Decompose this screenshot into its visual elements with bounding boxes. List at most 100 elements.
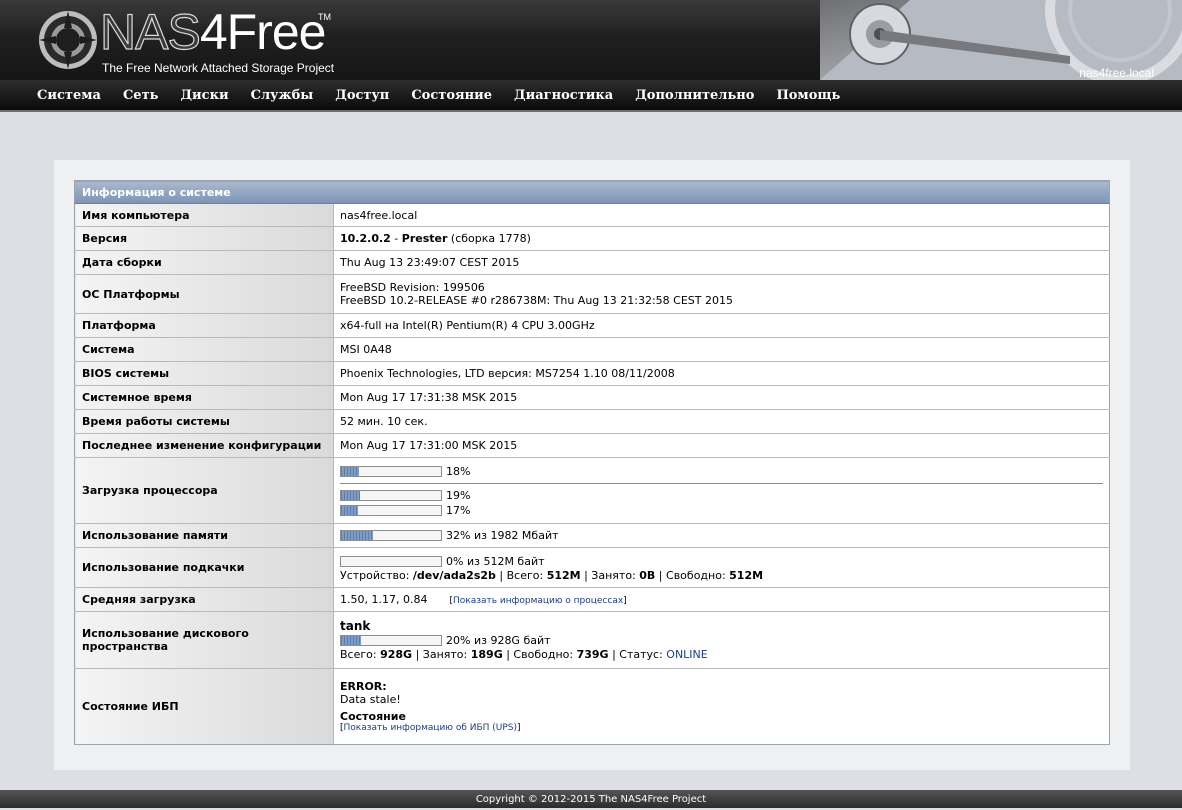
value-build-date: Thu Aug 13 23:49:07 CEST 2015	[333, 250, 1110, 275]
disk-text: 20% из 928G байт	[446, 634, 551, 647]
row-uptime: Время работы системы 52 мин. 10 сек.	[74, 409, 1110, 434]
memory-bar: 32% из 1982 Мбайт	[340, 528, 1103, 543]
value-load-average: 1.50, 1.17, 0.84 [Показать информацию о п…	[333, 587, 1110, 612]
row-cpu-load: Загрузка процессора 18% 19% 17%	[74, 457, 1110, 524]
disk-used: 189G	[470, 648, 503, 661]
nav-item-help[interactable]: Помощь	[765, 80, 851, 110]
label-build-date: Дата сборки	[74, 250, 334, 275]
load-average-values: 1.50, 1.17, 0.84	[340, 593, 428, 606]
ups-error-text: Data stale!	[340, 693, 401, 706]
nav-item-network[interactable]: Сеть	[112, 80, 170, 110]
value-uptime: 52 мин. 10 сек.	[333, 409, 1110, 434]
label-platform: Платформа	[74, 313, 334, 338]
disk-free-label: | Свободно:	[502, 648, 577, 661]
disk-status-label: | Статус:	[608, 648, 667, 661]
disk-pool-name: tank	[340, 619, 371, 633]
label-swap: Использование подкачки	[74, 547, 334, 588]
show-ups-info-link[interactable]: Показать информацию об ИБП (UPS)	[344, 723, 518, 733]
label-system: Система	[74, 337, 334, 362]
cpu-core1-bar: 17%	[340, 503, 1103, 518]
label-last-config: Последнее изменение конфигурации	[74, 433, 334, 458]
logo-tagline: The Free Network Attached Storage Projec…	[102, 61, 335, 75]
nav-item-diagnostics[interactable]: Диагностика	[503, 80, 624, 110]
ups-error-title: ERROR:	[340, 680, 387, 693]
label-uptime: Время работы системы	[74, 409, 334, 434]
cpu-core0-text: 19%	[446, 488, 471, 502]
row-load-average: Средняя загрузка 1.50, 1.17, 0.84 [Показа…	[74, 587, 1110, 612]
disk-free: 739G	[576, 648, 609, 661]
disk-used-label: | Занято:	[412, 648, 471, 661]
value-ups: ERROR: Data stale! Состояние [Показать и…	[333, 668, 1110, 745]
label-cpu-load: Загрузка процессора	[74, 457, 334, 524]
value-version: 10.2.0.2 - Prester (сборка 1778)	[333, 226, 1110, 251]
swap-bar: 0% из 512M байт	[340, 554, 1103, 569]
row-last-config: Последнее изменение конфигурации Mon Aug…	[74, 433, 1110, 458]
ups-state-title: Состояние	[340, 710, 406, 723]
label-load-average: Средняя загрузка	[74, 587, 334, 612]
nav-item-disks[interactable]: Диски	[169, 80, 239, 110]
disk-progress	[340, 635, 442, 646]
disk-bar: 20% из 928G байт	[340, 633, 1103, 648]
process-info-link-wrap: [Показать информацию о процессах]	[449, 596, 627, 606]
memory-progress	[340, 530, 442, 541]
cpu-core0-fill	[341, 490, 360, 500]
cpu-core1-progress	[340, 504, 442, 516]
swap-text: 0% из 512M байт	[446, 554, 545, 568]
cpu-total-fill	[341, 466, 359, 476]
logo-free: 4Free	[199, 4, 327, 60]
main-panel: Информация о системе Имя компьютера nas4…	[54, 160, 1130, 770]
label-memory: Использование памяти	[74, 523, 334, 548]
value-platform-os: FreeBSD Revision: 199506 FreeBSD 10.2-RE…	[333, 274, 1110, 314]
nav-item-system[interactable]: Система	[26, 80, 112, 110]
footer-copyright: Copyright © 2012-2015 The NAS4Free Proje…	[0, 790, 1182, 808]
version-number: 10.2.0.2	[340, 232, 391, 245]
swap-total: 512M	[546, 568, 581, 582]
version-build: (сборка 1778)	[447, 232, 531, 245]
header: NAS4Free TM The Free Network Attached St…	[0, 0, 1182, 80]
nav-item-advanced[interactable]: Дополнительно	[624, 80, 765, 110]
disk-details: Всего: 928G | Занято: 189G | Свободно: 7…	[340, 648, 1103, 661]
disk-total-label: Всего:	[340, 648, 381, 661]
row-hostname: Имя компьютера nas4free.local	[74, 203, 1110, 227]
row-platform: Платформа x64-full на Intel(R) Pentium(R…	[74, 313, 1110, 338]
logo-nas: NAS	[99, 3, 201, 60]
value-disk-usage: tank 20% из 928G байт Всего: 928G | Заня…	[333, 611, 1110, 669]
value-hostname: nas4free.local	[333, 203, 1110, 227]
platform-os-line1: FreeBSD Revision: 199506	[340, 281, 485, 294]
label-disk-usage: Использование дискового пространства	[74, 611, 334, 669]
row-swap: Использование подкачки 0% из 512M байт У…	[74, 547, 1110, 588]
nas4free-logo-icon	[39, 11, 97, 69]
show-processes-link[interactable]: Показать информацию о процессах	[453, 596, 623, 606]
swap-total-label: | Всего:	[495, 568, 547, 582]
value-platform: x64-full на Intel(R) Pentium(R) 4 CPU 3.…	[333, 313, 1110, 338]
main-navigation: Система Сеть Диски Службы Доступ Состоян…	[0, 80, 1182, 112]
swap-free: 512M	[729, 568, 764, 582]
cpu-core0-bar: 19%	[340, 488, 1103, 503]
cpu-separator	[340, 482, 1103, 484]
swap-device: /dev/ada2s2b	[412, 568, 496, 582]
header-hostname: nas4free.local	[1079, 66, 1154, 80]
value-bios: Phoenix Technologies, LTD версия: MS7254…	[333, 361, 1110, 386]
row-system-time: Системное время Mon Aug 17 17:31:38 MSK …	[74, 385, 1110, 410]
label-version: Версия	[74, 226, 334, 251]
logo-trademark: TM	[318, 12, 331, 22]
disk-total: 928G	[380, 648, 413, 661]
memory-text: 32% из 1982 Мбайт	[446, 529, 559, 542]
swap-progress	[340, 555, 442, 567]
platform-os-line2: FreeBSD 10.2-RELEASE #0 r286738M: Thu Au…	[340, 294, 734, 307]
memory-fill	[341, 531, 373, 540]
cpu-core1-fill	[341, 505, 358, 515]
label-hostname: Имя компьютера	[74, 203, 334, 227]
cpu-total-text: 18%	[446, 464, 471, 478]
nav-item-services[interactable]: Службы	[240, 80, 325, 110]
disk-fill	[341, 636, 361, 645]
value-last-config: Mon Aug 17 17:31:00 MSK 2015	[333, 433, 1110, 458]
nav-item-access[interactable]: Доступ	[324, 80, 400, 110]
nav-item-status[interactable]: Состояние	[400, 80, 503, 110]
cpu-core1-text: 17%	[446, 503, 471, 517]
logo-title: NAS4Free	[99, 3, 327, 60]
label-bios: BIOS системы	[74, 361, 334, 386]
row-disk-usage: Использование дискового пространства tan…	[74, 611, 1110, 669]
row-build-date: Дата сборки Thu Aug 13 23:49:07 CEST 201…	[74, 250, 1110, 275]
label-platform-os: ОС Платформы	[74, 274, 334, 314]
